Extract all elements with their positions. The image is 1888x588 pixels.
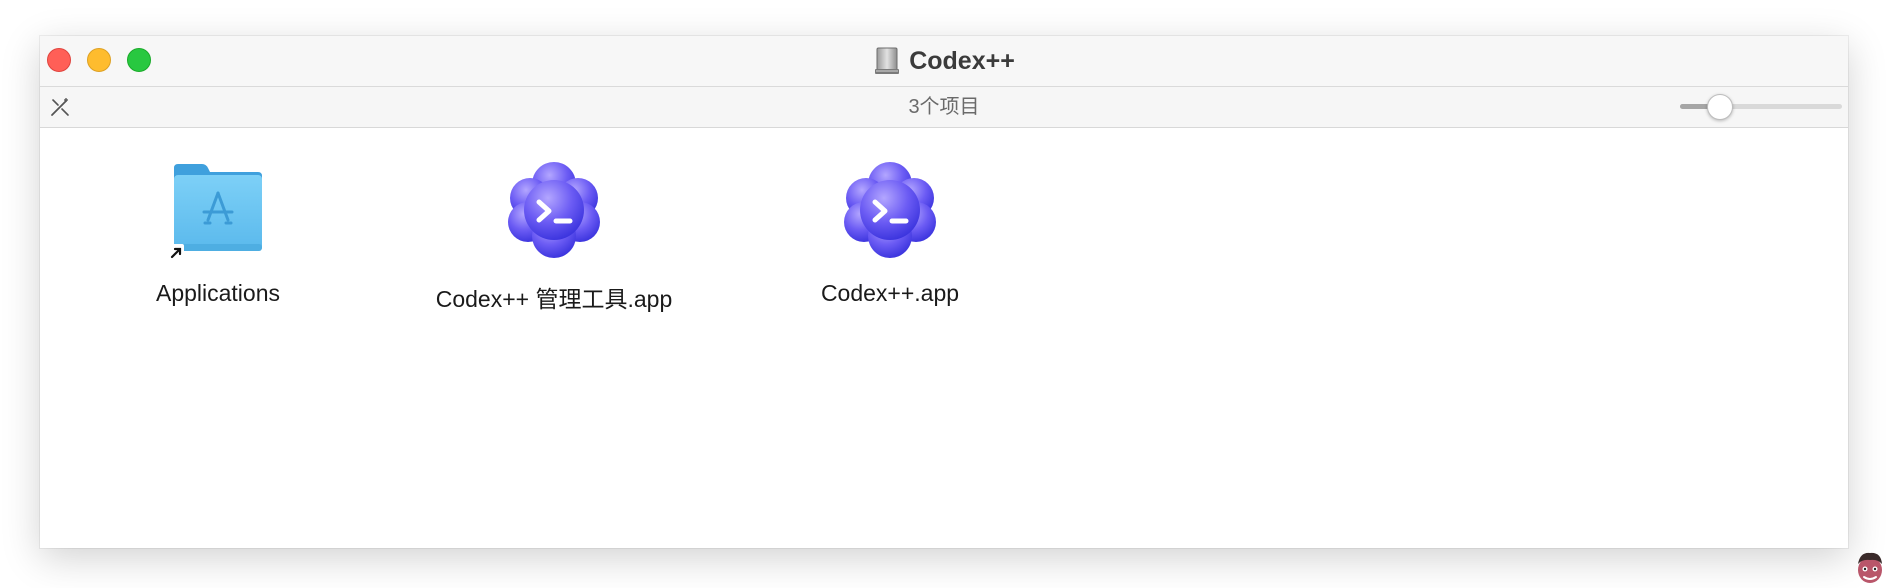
item-count-status: 3个项目	[908, 96, 980, 118]
slider-knob[interactable]	[1707, 94, 1734, 120]
file-label-applications: Applications	[155, 280, 281, 306]
title-bar[interactable]: Codex++	[40, 36, 1848, 87]
file-label-codex-app: Codex++.app	[820, 280, 960, 306]
external-drive-icon	[875, 47, 900, 74]
status-bar: 3个项目	[40, 87, 1848, 128]
codex-cloud-terminal-icon	[844, 162, 936, 258]
file-icon-view[interactable]: Applications Codex++ 管理工具.app Codex++.ap…	[40, 128, 1848, 548]
finder-window: Codex++ 3个项目 Applications Codex++ 管理工具.a…	[40, 36, 1848, 548]
icon-size-slider[interactable]	[1680, 94, 1842, 120]
codex-cloud-terminal-icon	[508, 162, 600, 258]
applications-folder-alias-icon	[168, 164, 262, 260]
window-title: Codex++	[909, 46, 1015, 75]
avatar-sticker-icon	[1858, 552, 1882, 583]
window-title-group: Codex++	[40, 36, 1848, 86]
file-label-codex-manager-app: Codex++ 管理工具.app	[435, 286, 673, 312]
